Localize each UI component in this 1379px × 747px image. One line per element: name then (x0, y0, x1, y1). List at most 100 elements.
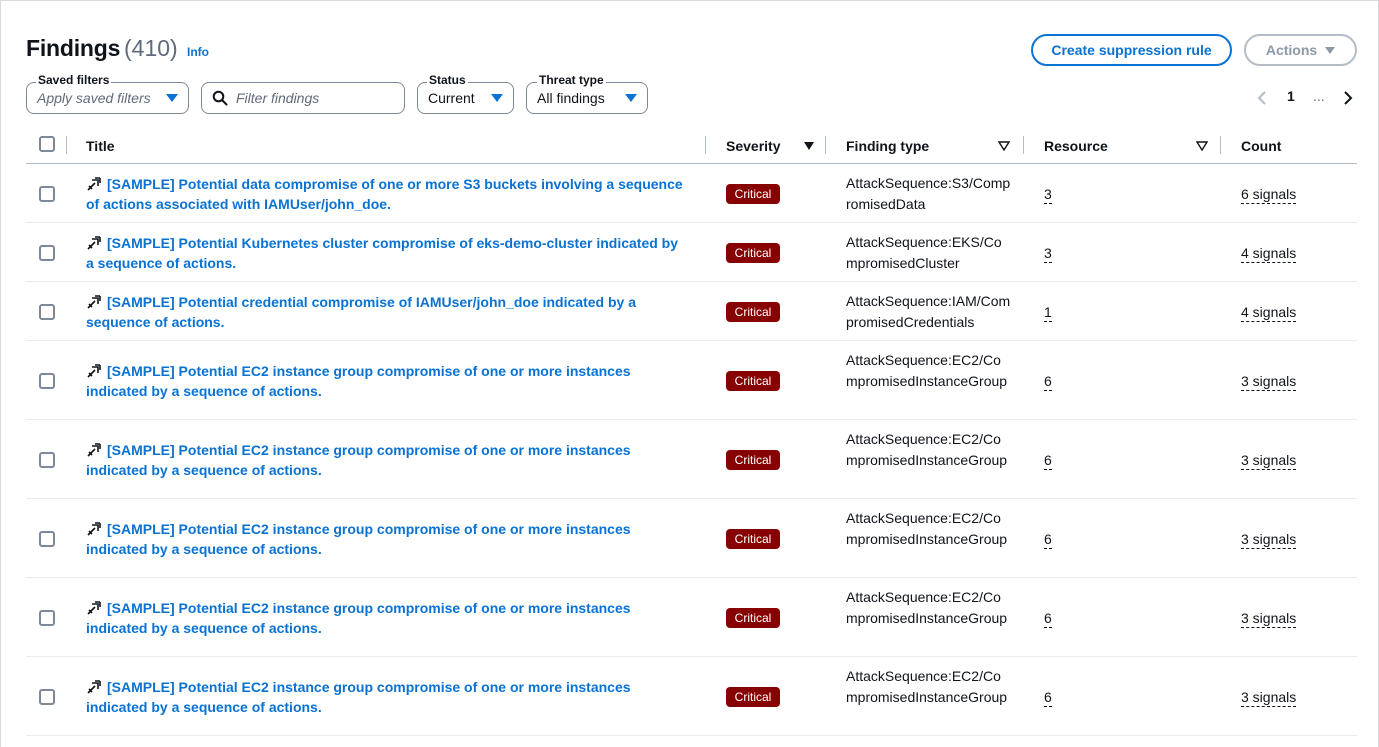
finding-title-link[interactable]: [SAMPLE] Potential data compromise of on… (86, 174, 686, 214)
resource-count[interactable]: 6 (1044, 531, 1052, 549)
column-divider[interactable] (1023, 136, 1024, 154)
finding-title-link[interactable]: [SAMPLE] Potential credential compromise… (86, 292, 686, 332)
table-row[interactable]: [SAMPLE] Potential EC2 instance group co… (26, 657, 1357, 736)
column-severity-label: Severity (726, 138, 781, 154)
finding-title-link[interactable]: [SAMPLE] Potential EC2 instance group co… (86, 361, 686, 401)
row-checkbox[interactable] (39, 186, 55, 202)
finding-title-link[interactable]: [SAMPLE] Potential EC2 instance group co… (86, 677, 686, 717)
row-checkbox[interactable] (39, 245, 55, 261)
resource-count[interactable]: 3 (1044, 245, 1052, 263)
column-divider[interactable] (825, 136, 826, 154)
caret-down-icon (491, 94, 503, 102)
finding-title-text: [SAMPLE] Potential EC2 instance group co… (86, 679, 631, 715)
finding-type: AttackSequence:EC2/CompromisedInstanceGr… (846, 589, 1008, 626)
table-row[interactable]: [SAMPLE] Potential EC2 instance group co… (26, 341, 1357, 420)
severity-badge: Critical (726, 371, 780, 391)
filter-findings-placeholder: Filter findings (236, 90, 320, 106)
severity-badge: Critical (726, 529, 780, 549)
resource-count[interactable]: 6 (1044, 452, 1052, 470)
row-checkbox[interactable] (39, 373, 55, 389)
finding-type: AttackSequence:IAM/CompromisedCredential… (846, 293, 1011, 330)
attack-sequence-icon (87, 177, 101, 191)
severity-badge: Critical (726, 243, 780, 263)
column-divider[interactable] (705, 136, 706, 154)
column-divider[interactable] (1220, 136, 1221, 154)
finding-title-text: [SAMPLE] Potential EC2 instance group co… (86, 521, 631, 557)
status-label: Status (427, 73, 468, 87)
finding-title-link[interactable]: [SAMPLE] Potential EC2 instance group co… (86, 519, 686, 559)
saved-filters-label: Saved filters (36, 73, 112, 87)
row-checkbox[interactable] (39, 610, 55, 626)
resource-count[interactable]: 6 (1044, 373, 1052, 391)
resource-count[interactable]: 6 (1044, 610, 1052, 628)
page-title: Findings (26, 35, 121, 61)
finding-type: AttackSequence:EKS/CompromisedCluster (846, 234, 1002, 271)
attack-sequence-icon (87, 364, 101, 378)
signal-count[interactable]: 3 signals (1241, 373, 1297, 391)
resource-count[interactable]: 1 (1044, 304, 1052, 322)
column-header-resource[interactable]: Resource (1044, 128, 1208, 164)
table-row[interactable]: [SAMPLE] Potential EC2 instance group co… (26, 420, 1357, 499)
next-page-icon[interactable] (1340, 90, 1356, 106)
row-checkbox[interactable] (39, 531, 55, 547)
saved-filters-placeholder: Apply saved filters (37, 90, 151, 106)
column-header-severity[interactable]: Severity (726, 128, 814, 164)
resource-count[interactable]: 6 (1044, 689, 1052, 707)
search-icon (212, 90, 228, 106)
previous-page-icon[interactable] (1255, 90, 1271, 106)
threat-type-value: All findings (537, 90, 605, 106)
column-header-title[interactable]: Title (86, 128, 115, 164)
caret-down-icon (625, 94, 637, 102)
resource-count[interactable]: 3 (1044, 186, 1052, 204)
finding-title-link[interactable]: [SAMPLE] Potential EC2 instance group co… (86, 598, 686, 638)
attack-sequence-icon (87, 443, 101, 457)
signal-count[interactable]: 3 signals (1241, 531, 1297, 549)
actions-button[interactable]: Actions (1244, 34, 1357, 66)
column-header-count[interactable]: Count (1241, 128, 1281, 164)
signal-count[interactable]: 3 signals (1241, 689, 1297, 707)
table-row[interactable]: [SAMPLE] Potential credential compromise… (26, 282, 1357, 341)
create-suppression-rule-label: Create suppression rule (1051, 42, 1212, 58)
filter-findings-input[interactable]: Filter findings (201, 82, 405, 114)
finding-title-link[interactable]: [SAMPLE] Potential Kubernetes cluster co… (86, 233, 686, 273)
create-suppression-rule-button[interactable]: Create suppression rule (1031, 34, 1232, 66)
finding-title-text: [SAMPLE] Potential EC2 instance group co… (86, 600, 631, 636)
signal-count[interactable]: 6 signals (1241, 186, 1297, 204)
finding-title-text: [SAMPLE] Potential EC2 instance group co… (86, 363, 631, 399)
severity-badge: Critical (726, 608, 780, 628)
finding-type: AttackSequence:S3/CompromisedData (846, 175, 1011, 212)
sort-icon[interactable] (1196, 141, 1208, 151)
finding-title-text: [SAMPLE] Potential Kubernetes cluster co… (86, 235, 679, 271)
table-row[interactable]: [SAMPLE] Potential data compromise of on… (26, 164, 1357, 223)
table-row[interactable]: [SAMPLE] Potential EC2 instance group co… (26, 499, 1357, 578)
threat-type-label: Threat type (537, 73, 606, 87)
signal-count[interactable]: 3 signals (1241, 610, 1297, 628)
finding-type: AttackSequence:EC2/CompromisedInstanceGr… (846, 431, 1008, 468)
finding-title-text: [SAMPLE] Potential EC2 instance group co… (86, 442, 631, 478)
caret-down-icon (166, 94, 178, 102)
attack-sequence-icon (87, 680, 101, 694)
row-checkbox[interactable] (39, 452, 55, 468)
table-row[interactable]: [SAMPLE] Potential EC2 instance group co… (26, 578, 1357, 657)
info-link[interactable]: Info (187, 45, 209, 59)
page-number-current[interactable]: 1 (1287, 88, 1295, 104)
severity-badge: Critical (726, 687, 780, 707)
table-row[interactable]: [SAMPLE] Potential Kubernetes cluster co… (26, 223, 1357, 282)
signal-count[interactable]: 4 signals (1241, 245, 1297, 263)
sort-descending-icon[interactable] (804, 142, 814, 150)
finding-title-link[interactable]: [SAMPLE] Potential EC2 instance group co… (86, 440, 686, 480)
severity-badge: Critical (726, 450, 780, 470)
severity-badge: Critical (726, 184, 780, 204)
findings-count: (410) (124, 35, 178, 61)
column-finding-type-label: Finding type (846, 138, 930, 154)
finding-type: AttackSequence:EC2/CompromisedInstanceGr… (846, 352, 1008, 389)
row-checkbox[interactable] (39, 304, 55, 320)
signal-count[interactable]: 3 signals (1241, 452, 1297, 470)
status-value: Current (428, 90, 475, 106)
finding-title-text: [SAMPLE] Potential data compromise of on… (86, 176, 683, 212)
select-all-checkbox[interactable] (39, 136, 55, 152)
signal-count[interactable]: 4 signals (1241, 304, 1297, 322)
column-header-finding-type[interactable]: Finding type (846, 128, 1010, 164)
sort-icon[interactable] (998, 141, 1010, 151)
row-checkbox[interactable] (39, 689, 55, 705)
